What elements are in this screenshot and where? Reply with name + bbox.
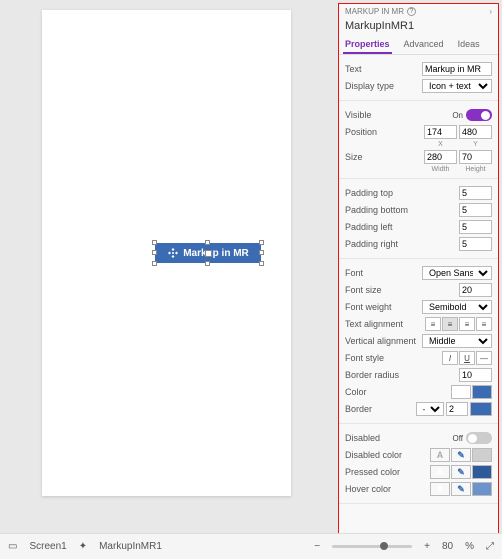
display-type-select[interactable]: Icon + text [422, 79, 492, 93]
border-width-input[interactable] [446, 402, 468, 416]
pad-bottom-input[interactable] [459, 203, 492, 217]
font-select[interactable]: Open Sans [422, 266, 492, 280]
properties-panel: MARKUP IN MR ? › MarkupInMR1 Properties … [338, 3, 499, 556]
rect-icon: ▭ [8, 541, 17, 552]
visible-label: Visible [345, 110, 452, 120]
align-justify-button[interactable]: ≡ [476, 317, 492, 331]
zoom-value: 80 [442, 541, 453, 552]
disabled-toggle[interactable] [466, 432, 492, 444]
help-icon[interactable]: ? [407, 7, 416, 16]
width-input[interactable] [424, 150, 457, 164]
align-right-button[interactable]: ≡ [459, 317, 475, 331]
text-align-group: ≡ ≡ ≡ ≡ [425, 317, 492, 331]
canvas-area: Markup in MR [0, 0, 337, 530]
panel-tabs: Properties Advanced Ideas [339, 36, 498, 55]
text-label: Text [345, 64, 422, 74]
font-weight-select[interactable]: Semibold [422, 300, 492, 314]
italic-button[interactable]: I [442, 351, 458, 365]
font-size-input[interactable] [459, 283, 492, 297]
expand-icon[interactable]: › [489, 7, 492, 16]
tab-ideas[interactable]: Ideas [456, 36, 482, 54]
text-color-button[interactable]: A [451, 385, 471, 399]
pad-right-input[interactable] [459, 237, 492, 251]
border-style-select[interactable]: — [416, 402, 444, 416]
pos-y-input[interactable] [459, 125, 492, 139]
zoom-slider[interactable] [332, 545, 412, 548]
height-input[interactable] [459, 150, 492, 164]
control-icon: ✦ [79, 541, 87, 552]
fit-icon[interactable]: ⤢ [486, 541, 494, 552]
status-bar: ▭ Screen1 ✦ MarkupInMR1 − + 80 % ⤢ [0, 533, 502, 559]
position-label: Position [345, 127, 424, 137]
strike-button[interactable]: — [476, 351, 492, 365]
screen-crumb[interactable]: Screen1 [29, 541, 66, 552]
display-type-label: Display type [345, 81, 422, 91]
pad-top-input[interactable] [459, 186, 492, 200]
zoom-in-button[interactable]: + [424, 541, 430, 552]
align-left-button[interactable]: ≡ [425, 317, 441, 331]
tab-advanced[interactable]: Advanced [402, 36, 446, 54]
control-name: MarkupInMR1 [339, 19, 498, 36]
border-color-swatch[interactable] [470, 402, 492, 416]
selected-control[interactable]: Markup in MR [154, 242, 262, 264]
fill-color-button[interactable] [472, 385, 492, 399]
app-canvas[interactable]: Markup in MR [42, 10, 291, 496]
font-style-group: I U — [442, 351, 492, 365]
zoom-out-button[interactable]: − [314, 541, 320, 552]
text-input[interactable] [422, 62, 492, 76]
tab-properties[interactable]: Properties [343, 36, 392, 54]
breadcrumb[interactable]: MARKUP IN MR [345, 7, 404, 16]
mr-icon [167, 247, 179, 259]
pos-x-input[interactable] [424, 125, 457, 139]
align-center-button[interactable]: ≡ [442, 317, 458, 331]
vert-align-select[interactable]: Middle [422, 334, 492, 348]
size-label: Size [345, 152, 424, 162]
control-label: Markup in MR [183, 248, 249, 259]
border-radius-input[interactable] [459, 368, 492, 382]
control-crumb[interactable]: MarkupInMR1 [99, 541, 162, 552]
pad-left-input[interactable] [459, 220, 492, 234]
underline-button[interactable]: U [459, 351, 475, 365]
visible-toggle[interactable] [466, 109, 492, 121]
